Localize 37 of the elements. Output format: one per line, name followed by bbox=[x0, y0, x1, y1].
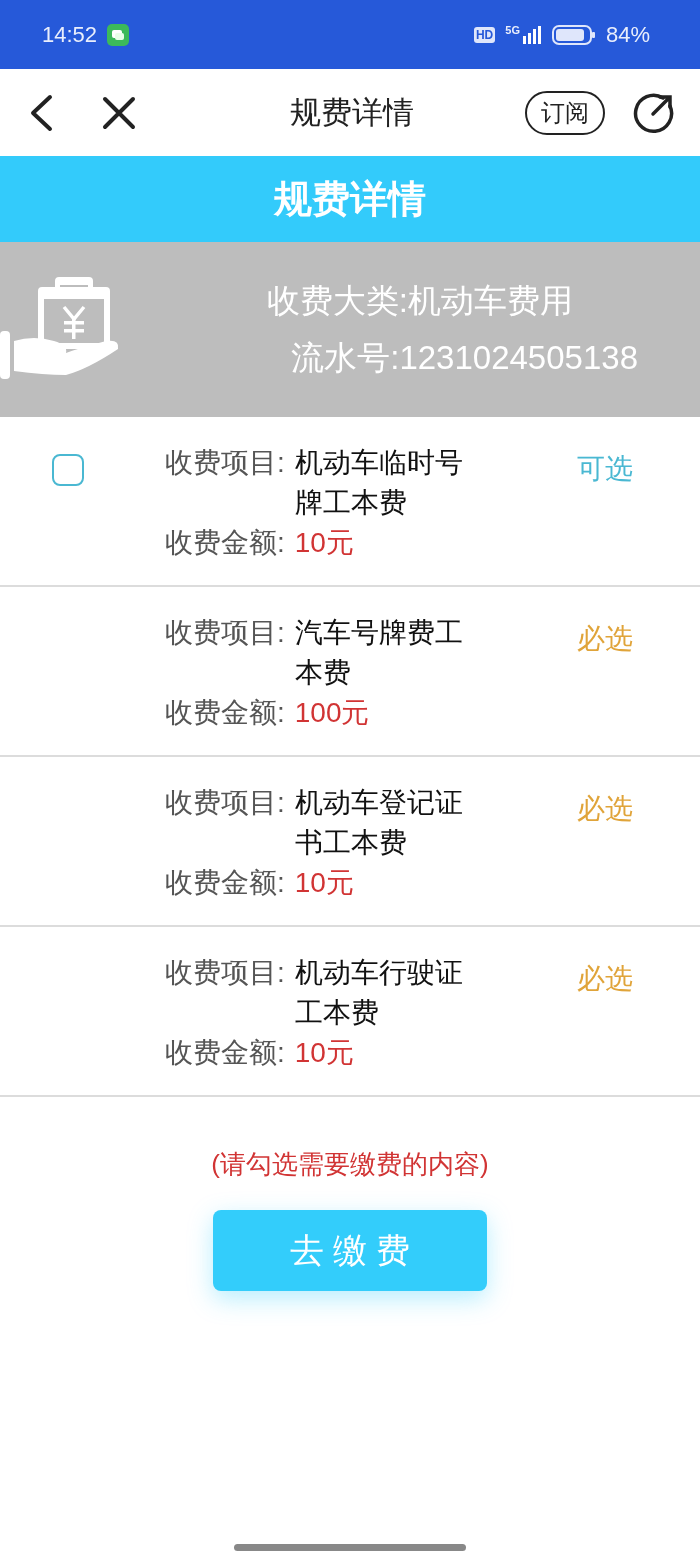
status-time: 14:52 bbox=[42, 21, 98, 48]
chat-app-icon bbox=[107, 23, 130, 46]
amount-value: 10元 bbox=[294, 526, 354, 560]
page-title: 规费详情 bbox=[289, 93, 414, 132]
back-icon[interactable] bbox=[28, 93, 54, 132]
checkbox[interactable] bbox=[52, 454, 84, 486]
subscribe-button[interactable]: 订阅 bbox=[525, 90, 605, 135]
item-name: 机动车行驶证工本费 bbox=[294, 956, 464, 1030]
signal-icon bbox=[521, 24, 542, 45]
amount-label: 收费金额: bbox=[165, 866, 285, 900]
network-label: 5G bbox=[505, 23, 520, 36]
item-label: 收费项目: bbox=[165, 616, 285, 650]
selection-tag: 必选 bbox=[577, 757, 633, 828]
selection-tag: 可选 bbox=[577, 417, 633, 488]
amount-value: 10元 bbox=[294, 866, 354, 900]
item-label: 收费项目: bbox=[165, 956, 285, 990]
amount-value: 100元 bbox=[294, 696, 370, 730]
amount-label: 收费金额: bbox=[165, 1036, 285, 1070]
close-icon[interactable] bbox=[102, 95, 136, 130]
item-label: 收费项目: bbox=[165, 786, 285, 820]
item-name: 机动车登记证书工本费 bbox=[294, 786, 464, 860]
selection-tag: 必选 bbox=[577, 927, 633, 998]
item-name: 机动车临时号牌工本费 bbox=[294, 446, 464, 520]
amount-label: 收费金额: bbox=[165, 696, 285, 730]
battery-level: 84% bbox=[605, 21, 650, 48]
share-icon[interactable] bbox=[633, 91, 675, 134]
item-name: 汽车号牌费工本费 bbox=[294, 616, 464, 690]
fee-category: 收费大类:机动车费用 bbox=[266, 280, 573, 321]
item-label: 收费项目: bbox=[165, 446, 285, 480]
battery-icon bbox=[551, 23, 596, 46]
hint-text: (请勾选需要缴费的内容) bbox=[211, 1148, 489, 1181]
hd-badge: HD bbox=[473, 26, 496, 43]
amount-label: 收费金额: bbox=[165, 526, 285, 560]
serial-number: 流水号:1231024505138 bbox=[291, 337, 638, 378]
amount-value: 10元 bbox=[294, 1036, 354, 1070]
selection-tag: 必选 bbox=[577, 587, 633, 658]
banner-title: 规费详情 bbox=[274, 176, 426, 222]
